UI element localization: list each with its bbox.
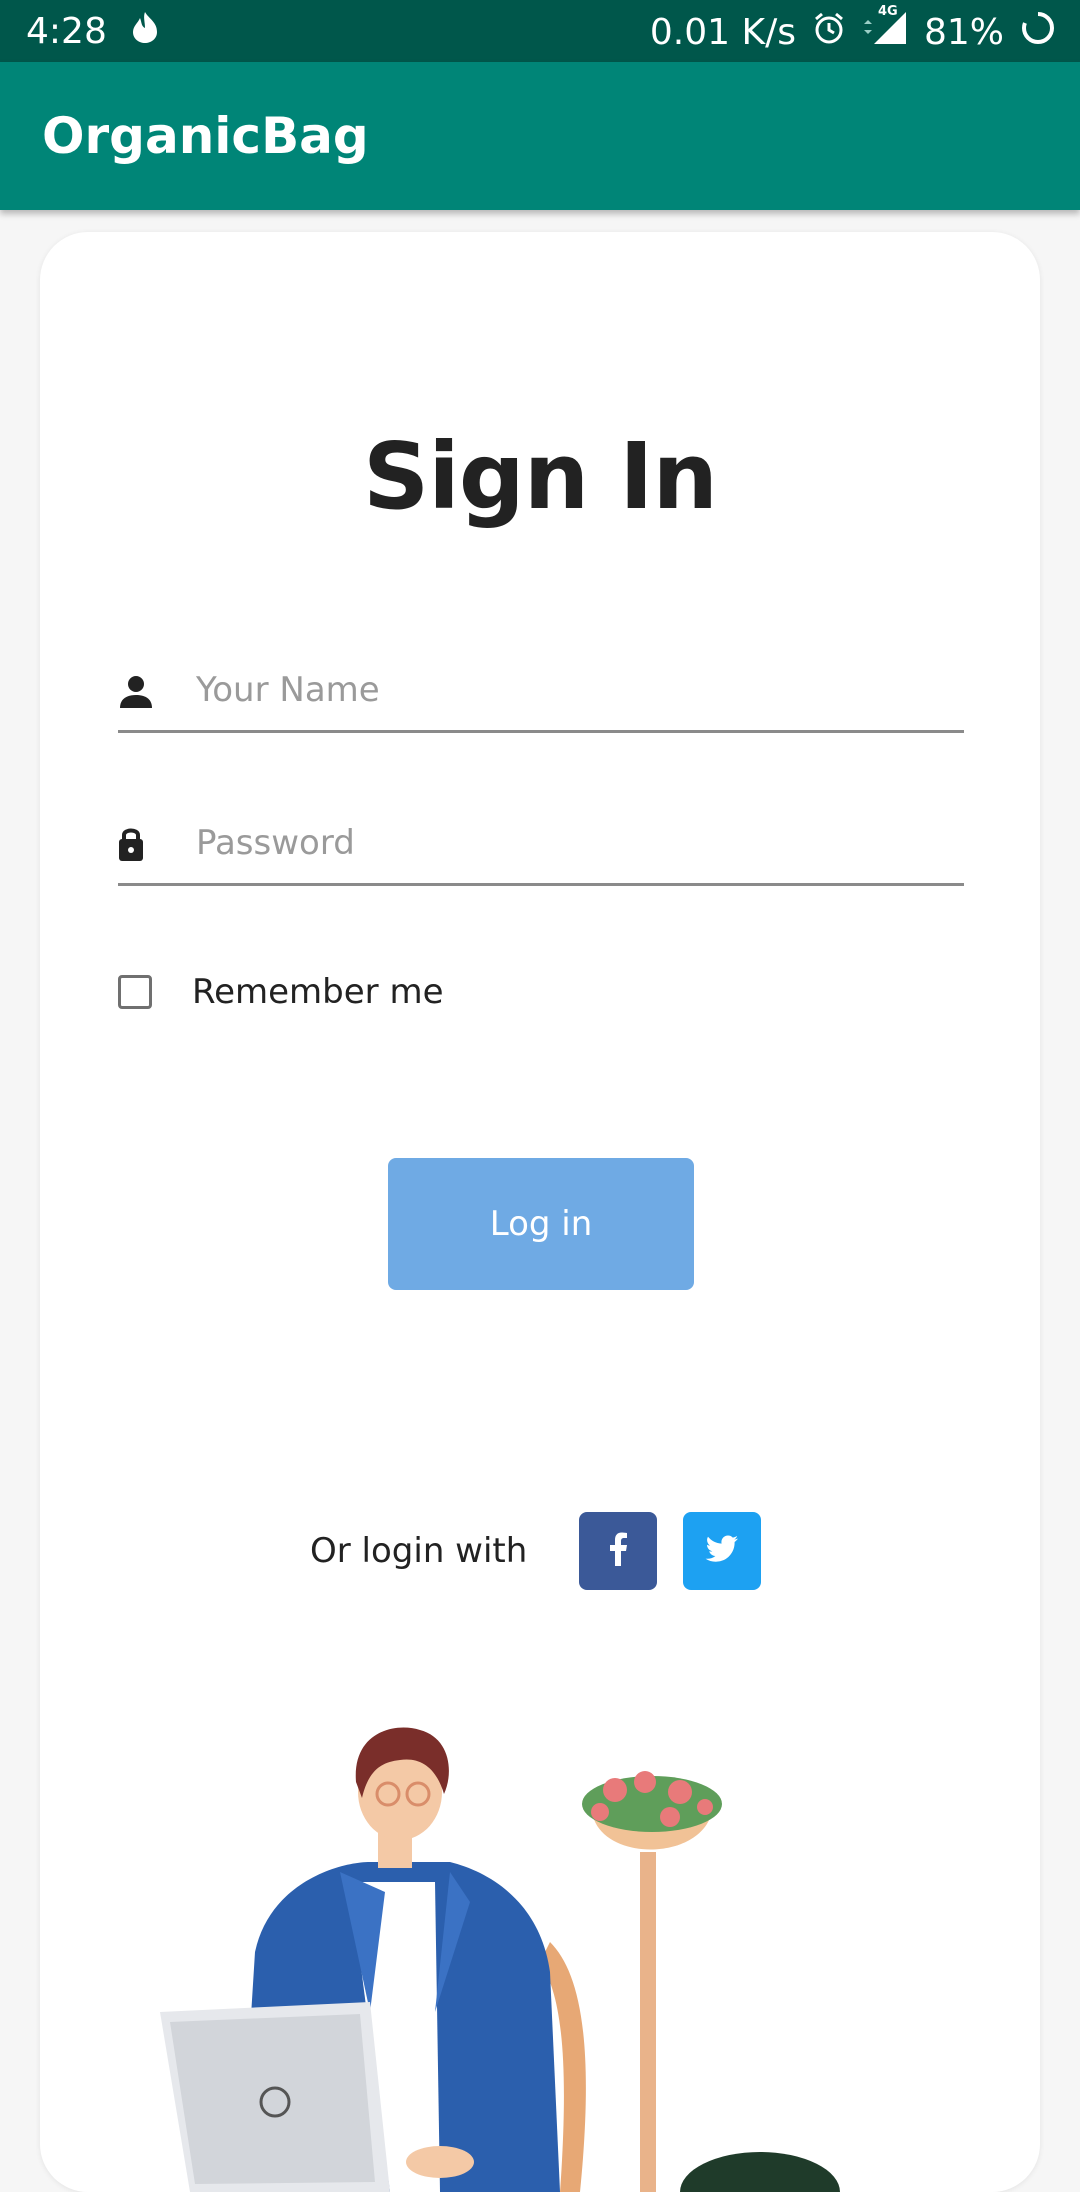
illustration-person-laptop: [160, 1727, 840, 2192]
page-title: Sign In: [363, 423, 718, 530]
facebook-icon: [608, 1532, 628, 1570]
app-title: OrganicBag: [42, 107, 369, 165]
social-login-label: Or login with: [310, 1531, 528, 1571]
remember-me-checkbox[interactable]: [118, 975, 152, 1009]
password-field: [118, 805, 964, 886]
app-bar: OrganicBag: [0, 62, 1080, 210]
twitter-login-button[interactable]: [683, 1512, 762, 1590]
password-input[interactable]: [196, 805, 956, 881]
login-button[interactable]: Log in: [388, 1158, 694, 1290]
lock-icon: [118, 827, 158, 867]
remember-me-label: Remember me: [192, 972, 444, 1012]
social-login-row: Or login with: [310, 1512, 787, 1590]
status-time: 4:28: [26, 10, 107, 52]
signal-icon: 4G: [862, 4, 908, 55]
name-input[interactable]: [196, 652, 956, 728]
name-field: [118, 652, 964, 733]
network-speed: 0.01 K/s: [649, 11, 796, 53]
sign-in-card: Sign In Remember me Log in Or login with: [40, 232, 1040, 2192]
facebook-login-button[interactable]: [579, 1512, 658, 1590]
remember-me-row[interactable]: Remember me: [118, 972, 444, 1012]
twitter-icon: [705, 1535, 739, 1567]
person-icon: [118, 674, 158, 714]
network-type: 4G: [877, 4, 898, 19]
flame-icon: [129, 10, 161, 53]
battery-icon: [1020, 10, 1056, 55]
alarm-icon: [812, 11, 846, 54]
battery-percent: 81%: [923, 11, 1004, 53]
status-bar: 4:28 0.01 K/s 4G 81%: [0, 0, 1080, 62]
